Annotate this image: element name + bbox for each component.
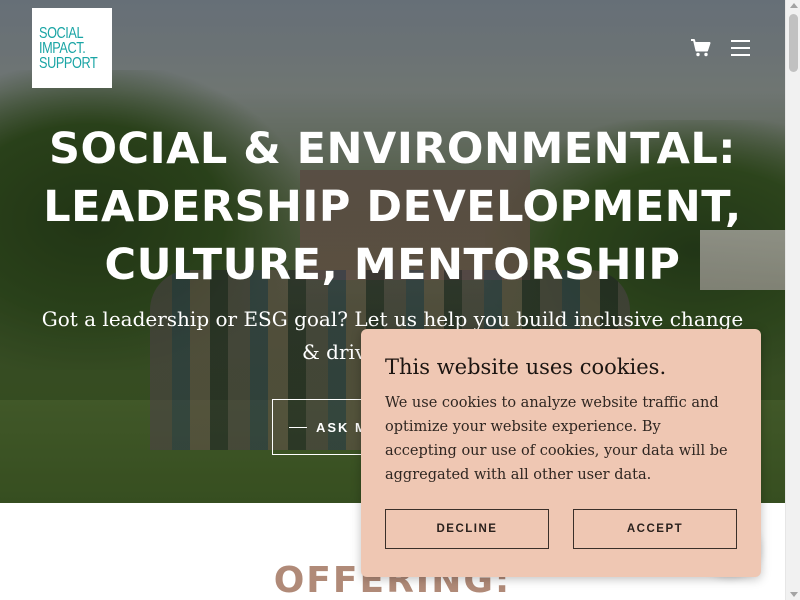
scrollbar-thumb[interactable] <box>789 14 798 72</box>
cart-icon[interactable] <box>690 38 712 58</box>
cookie-banner: This website uses cookies. We use cookie… <box>361 329 761 577</box>
logo-line-2: IMPACT. <box>39 39 86 57</box>
scroll-down-arrow-icon[interactable] <box>790 592 798 597</box>
page-scrollbar[interactable] <box>785 0 800 600</box>
logo-line-3: SUPPORT <box>39 54 98 72</box>
scroll-up-arrow-icon[interactable] <box>790 3 798 8</box>
dash-icon <box>289 426 307 428</box>
cookie-title: This website uses cookies. <box>385 355 667 379</box>
decline-button[interactable]: DECLINE <box>385 509 549 549</box>
cookie-body: We use cookies to analyze website traffi… <box>385 395 728 483</box>
hero-title-line-2: LEADERSHIP DEVELOPMENT, <box>43 182 742 232</box>
cookie-actions: DECLINE ACCEPT <box>385 509 737 549</box>
hero-title-line-1: SOCIAL & ENVIRONMENTAL: <box>48 124 736 174</box>
hero-title-line-3: CULTURE, MENTORSHIP <box>104 240 681 290</box>
hamburger-menu-icon[interactable] <box>731 40 751 56</box>
logo-line-1: SOCIAL <box>39 24 84 42</box>
accept-button[interactable]: ACCEPT <box>573 509 737 549</box>
site-logo[interactable]: SOCIAL IMPACT. SUPPORT <box>32 8 112 88</box>
hero-title: SOCIAL & ENVIRONMENTAL: LEADERSHIP DEVEL… <box>0 120 785 294</box>
